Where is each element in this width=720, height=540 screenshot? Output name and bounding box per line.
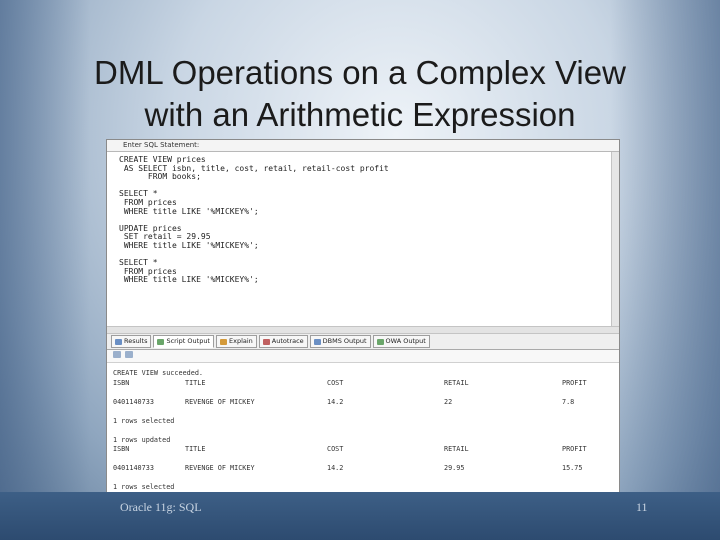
- worksheet-header-label: Enter SQL Statement:: [123, 141, 200, 149]
- script-output-icon: [157, 338, 165, 345]
- script-output-panel: CREATE VIEW succeeded. ISBN TITLE COST RETA…: [107, 363, 619, 493]
- tab-explain[interactable]: Explain: [215, 335, 257, 348]
- autotrace-icon: [262, 338, 270, 345]
- output-row-1: 0401140733 REVENGE OF MICKEY 14.2 22 7.8: [113, 397, 575, 406]
- slide-title: DML Operations on a Complex View with an…: [0, 52, 720, 136]
- output-rows-updated: 1 rows updated: [113, 435, 171, 444]
- output-create-message: CREATE VIEW succeeded.: [113, 369, 204, 377]
- clear-output-icon[interactable]: [113, 351, 121, 358]
- output-header-2: ISBN TITLE COST RETAIL PROFIT: [113, 445, 587, 453]
- save-output-icon[interactable]: [125, 351, 133, 358]
- sql-code: CREATE VIEW prices AS SELECT isbn, title…: [119, 155, 389, 285]
- tab-script-output[interactable]: Script Output: [153, 335, 214, 348]
- editor-vertical-scrollbar[interactable]: [611, 152, 619, 326]
- slide-title-line-2: with an Arithmetic Expression: [144, 96, 576, 133]
- dbms-output-icon: [313, 338, 321, 345]
- footer-page-number: 11: [636, 500, 648, 514]
- explain-icon: [219, 338, 227, 345]
- tab-dbms-output[interactable]: DBMS Output: [309, 335, 371, 348]
- results-icon: [115, 338, 122, 345]
- output-rows-selected-1: 1 rows selected: [113, 416, 175, 425]
- tab-results[interactable]: Results: [111, 335, 152, 348]
- editor-horizontal-scrollbar[interactable]: [107, 326, 619, 334]
- owa-output-icon: [376, 338, 384, 345]
- output-toolbar: [107, 350, 619, 363]
- output-row-2: 0401140733 REVENGE OF MICKEY 14.2 29.95 15.7…: [113, 464, 583, 472]
- footer-band: [0, 492, 720, 540]
- slide-title-line-1: DML Operations on a Complex View: [94, 54, 626, 91]
- output-header-1: ISBN TITLE COST RETAIL PROFIT: [113, 378, 587, 387]
- worksheet-header: Enter SQL Statement:: [107, 140, 619, 152]
- sql-editor[interactable]: CREATE VIEW prices AS SELECT isbn, title…: [107, 152, 619, 326]
- output-tabs: Results Script Output Explain Autotrace …: [107, 334, 619, 350]
- footer-course-name: Oracle 11g: SQL: [120, 500, 202, 514]
- tab-owa-output[interactable]: OWA Output: [372, 335, 430, 348]
- tab-autotrace[interactable]: Autotrace: [258, 335, 308, 348]
- sql-developer-screenshot: Enter SQL Statement: CREATE VIEW prices …: [106, 139, 620, 494]
